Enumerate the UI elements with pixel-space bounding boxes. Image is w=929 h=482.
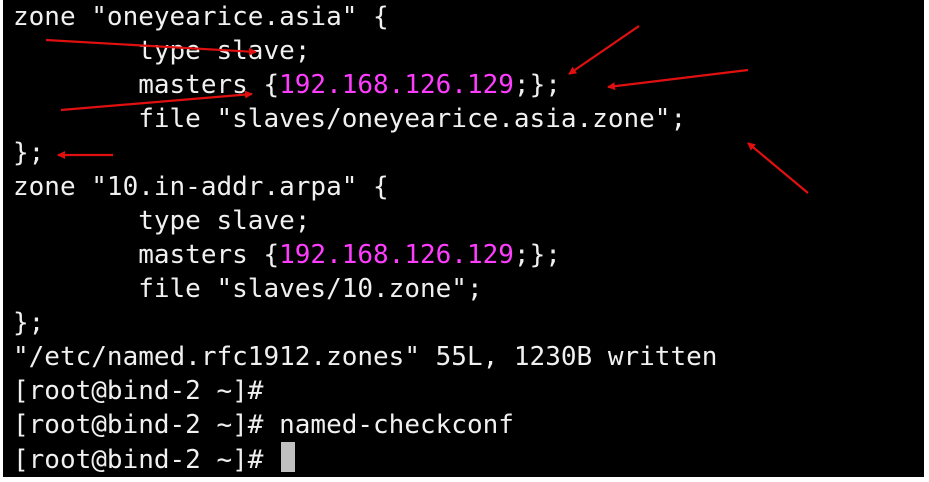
red-arrow-icon — [568, 25, 640, 75]
zone-reverse-header-line: zone "10.in-addr.arpa" { — [13, 170, 389, 204]
line-text: zone "oneyearice.asia" { — [13, 2, 389, 32]
terminal-window[interactable]: zone "oneyearice.asia" { type slave; mas… — [3, 0, 924, 477]
masters-line: masters {192.168.126.129;}; — [13, 68, 561, 102]
file-slaves-line: file "slaves/oneyearice.asia.zone"; — [13, 102, 686, 136]
shell-command-line: [root@bind-2 ~]# named-checkconf — [13, 408, 514, 442]
masters-prefix: masters { — [13, 70, 280, 100]
line-text: file "slaves/10.zone"; — [13, 274, 483, 304]
prompt-text: [root@bind-2 ~]# — [13, 376, 264, 406]
red-arrow-icon — [747, 142, 809, 194]
line-text: type slave; — [13, 206, 311, 236]
master-ip-address: 192.168.126.129 — [279, 240, 514, 270]
shell-input-line[interactable]: [root@bind-2 ~]# — [13, 442, 296, 476]
master-ip-address: 192.168.126.129 — [279, 70, 514, 100]
line-text: "/etc/named.rfc1912.zones" 55L, 1230B wr… — [13, 342, 718, 372]
prompt-text: [root@bind-2 ~]# — [13, 445, 280, 475]
text-cursor — [281, 442, 296, 472]
masters-suffix: ;}; — [513, 240, 561, 270]
line-text: }; — [13, 308, 45, 338]
line-text: }; — [13, 138, 45, 168]
zone-oneyearice-header-line: zone "oneyearice.asia" { — [13, 0, 389, 34]
line-text: file "slaves/oneyearice.asia.zone"; — [13, 104, 687, 134]
vim-write-status-line: "/etc/named.rfc1912.zones" 55L, 1230B wr… — [13, 340, 717, 374]
masters-prefix: masters { — [13, 240, 280, 270]
red-arrow-icon — [607, 68, 749, 91]
file-slaves-line: file "slaves/10.zone"; — [13, 272, 483, 306]
line-text: type slave; — [13, 36, 311, 66]
zone-close-line: }; — [13, 306, 44, 340]
shell-prompt-line: [root@bind-2 ~]# — [13, 374, 263, 408]
masters-line: masters {192.168.126.129;}; — [13, 238, 561, 272]
type-slave-line: type slave; — [13, 204, 310, 238]
type-slave-line: type slave; — [13, 34, 310, 68]
line-text: zone "10.in-addr.arpa" { — [13, 172, 389, 202]
masters-suffix: ;}; — [513, 70, 561, 100]
zone-close-line: }; — [13, 136, 44, 170]
command-text: [root@bind-2 ~]# named-checkconf — [13, 410, 514, 440]
